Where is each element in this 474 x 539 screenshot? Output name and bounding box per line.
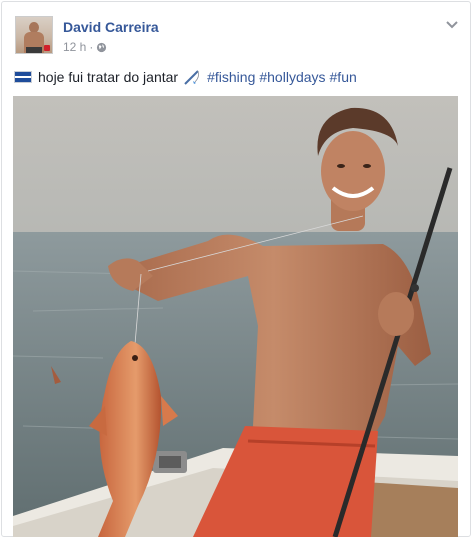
flag-icon [14,71,32,83]
post-text: hoje fui tratar do jantar #fishing #holl… [14,69,361,85]
avatar[interactable] [15,16,53,54]
chevron-down-icon[interactable] [445,20,459,30]
post-message: hoje fui tratar do jantar [38,69,179,85]
timestamp-link[interactable]: 12 h [63,40,86,54]
fishing-pole-icon [184,70,200,85]
hashtag-link[interactable]: #hollydays [259,69,325,85]
post-meta: 12 h · [63,40,107,54]
hashtag-link[interactable]: #fishing [207,69,255,85]
author-name-link[interactable]: David Carreira [63,19,159,35]
globe-icon[interactable] [96,42,107,53]
post-photo[interactable] [13,96,458,537]
hashtag-link[interactable]: #fun [330,69,357,85]
meta-separator: · [89,40,94,54]
